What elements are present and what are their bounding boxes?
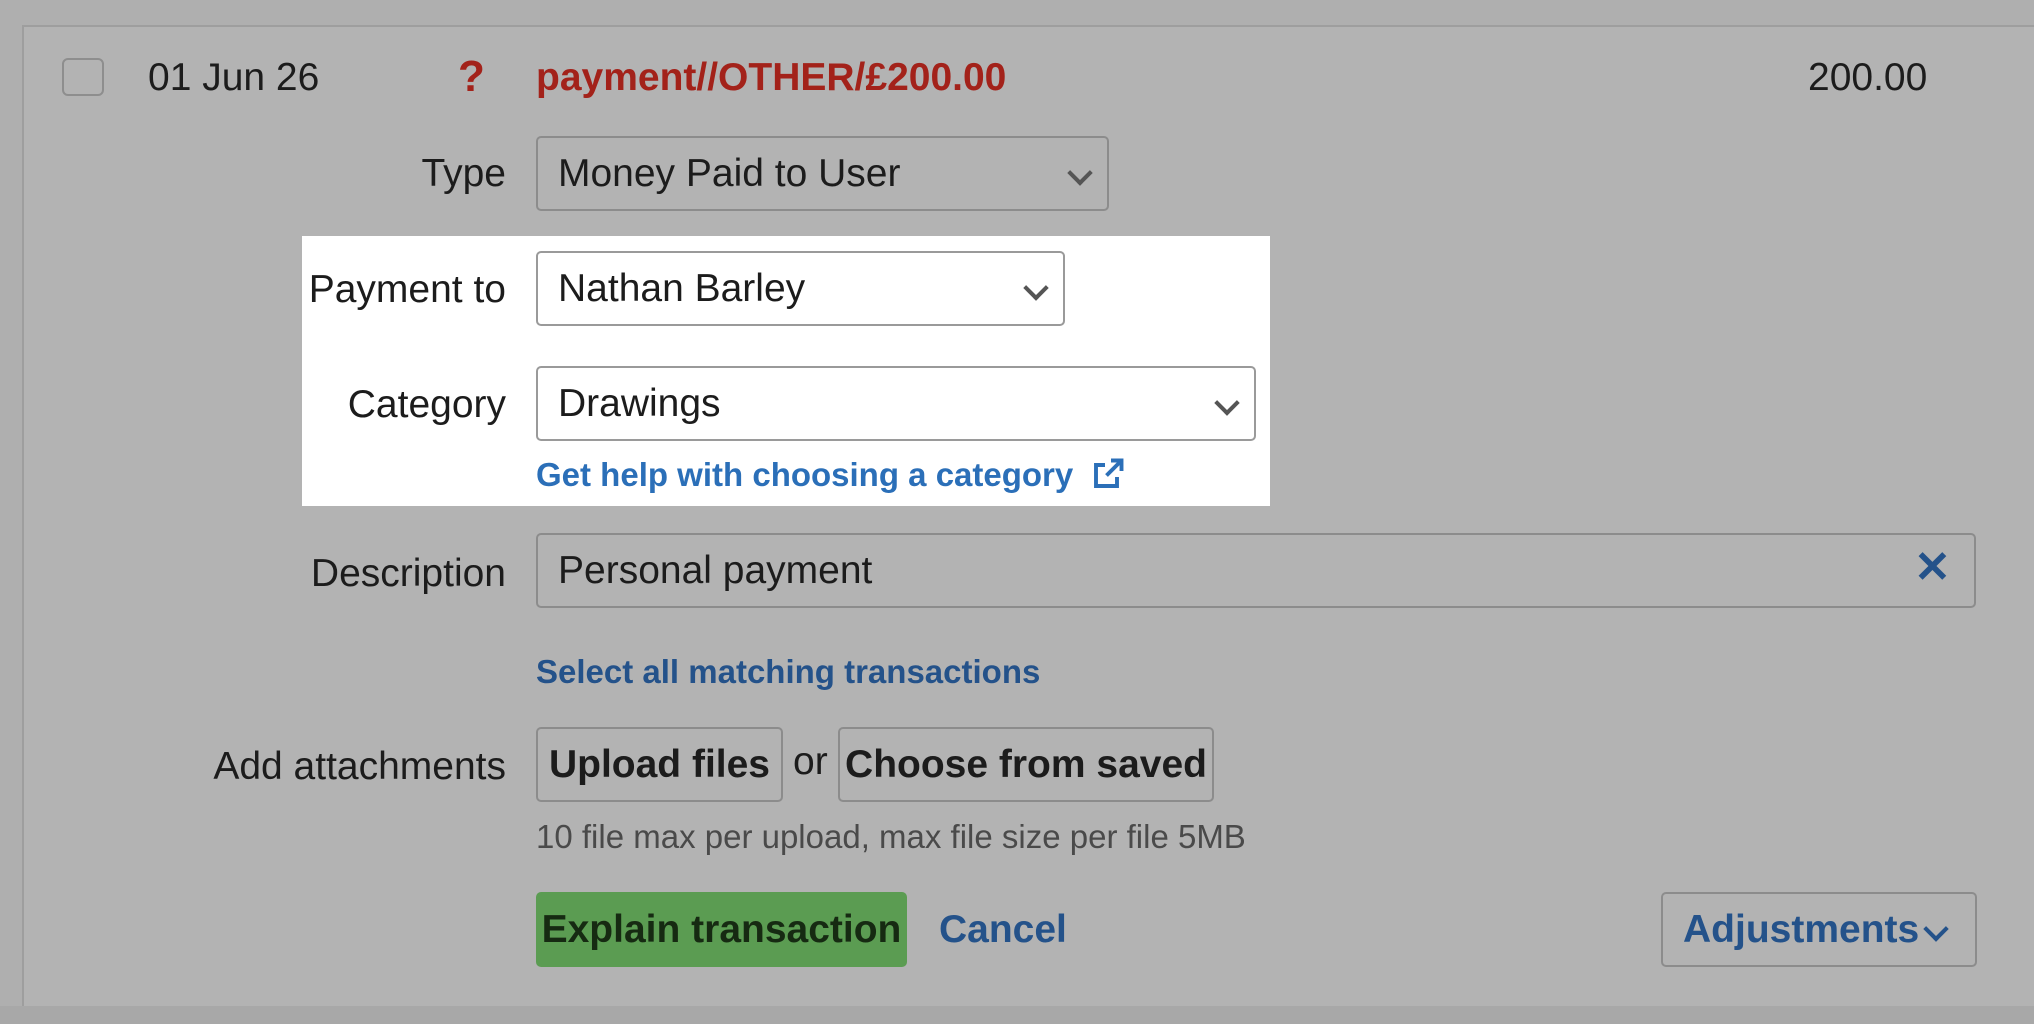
description-label: Description: [310, 552, 506, 595]
choose-from-saved-button[interactable]: Choose from saved: [838, 727, 1214, 802]
type-select-value: Money Paid to User: [558, 152, 901, 195]
transaction-amount: 200.00: [1808, 56, 1928, 99]
adjustments-button[interactable]: Adjustments: [1661, 892, 1977, 967]
attachments-label: Add attachments: [213, 745, 506, 788]
payment-to-value: Nathan Barley: [558, 267, 806, 310]
attachments-hint: 10 file max per upload, max file size pe…: [536, 818, 1246, 855]
transaction-date: 01 Jun 26: [148, 56, 320, 99]
category-value: Drawings: [558, 382, 721, 425]
transaction-checkbox[interactable]: [62, 58, 104, 96]
chevron-down-icon: [1214, 390, 1240, 416]
payment-to-label: Payment to: [308, 268, 506, 311]
adjustments-label: Adjustments: [1683, 908, 1920, 951]
type-label: Type: [421, 152, 506, 195]
description-value: Personal payment: [558, 549, 873, 592]
type-select[interactable]: Money Paid to User: [536, 136, 1109, 211]
category-label: Category: [347, 383, 506, 426]
external-link-icon: [1094, 458, 1124, 488]
question-mark-icon: ?: [458, 52, 485, 101]
cancel-link[interactable]: Cancel: [939, 908, 1067, 952]
transaction-title: payment//OTHER/£200.00: [536, 56, 1007, 99]
close-icon[interactable]: ✕: [1914, 542, 1951, 593]
category-help-link-text: Get help with choosing a category: [536, 456, 1074, 493]
category-help-link[interactable]: Get help with choosing a category: [536, 456, 1126, 494]
explain-transaction-button[interactable]: Explain transaction: [536, 892, 907, 967]
or-text: or: [793, 740, 828, 783]
description-input[interactable]: Personal payment: [536, 533, 1976, 608]
select-matching-link[interactable]: Select all matching transactions: [536, 653, 1040, 691]
chevron-down-icon: [1067, 160, 1093, 186]
next-row-strip: [0, 1006, 2034, 1024]
chevron-down-icon: [1023, 275, 1049, 301]
upload-files-button[interactable]: Upload files: [536, 727, 783, 802]
chevron-down-icon: [1923, 916, 1949, 942]
category-select[interactable]: Drawings: [536, 366, 1256, 441]
payment-to-select[interactable]: Nathan Barley: [536, 251, 1065, 326]
